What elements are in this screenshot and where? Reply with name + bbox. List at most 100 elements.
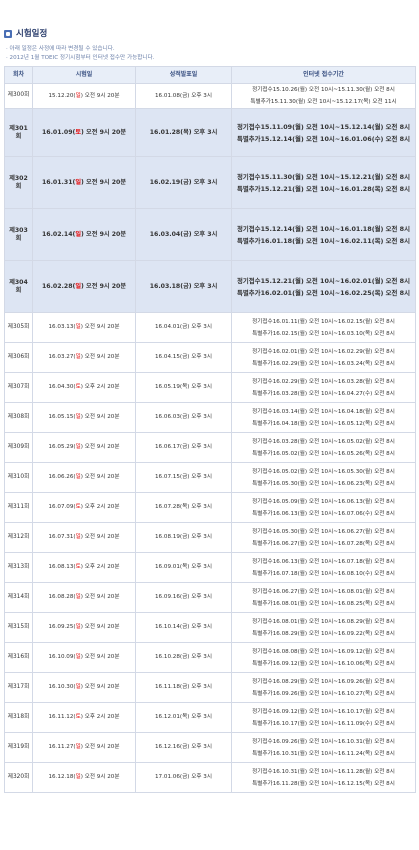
cell-exam-date: 16.06.26(일) 오전 9시 20분	[32, 462, 136, 493]
table-row: 제303회 16.02.14(일) 오전 9시 20분 16.03.04(금) 오후…	[4, 208, 416, 261]
cell-result-date: 16.06.03(금) 오후 3시	[135, 402, 232, 433]
cell-result-date: 16.07.28(목) 오후 3시	[135, 492, 232, 523]
cell-round: 제306회	[4, 342, 33, 373]
exam-date-text: 16.11.27(	[48, 744, 76, 750]
cell-exam-date: 16.10.09(일) 오전 9시 20분	[32, 642, 136, 673]
header-exam-date: 시험일	[32, 66, 136, 84]
cell-exam-date: 16.05.29(일) 오전 9시 20분	[32, 432, 136, 463]
table-row: 제300회 15.12.20(일) 오전 9시 20분 16.01.08(금) 오후…	[4, 83, 416, 109]
cell-registration: 정기접수16.09.26(월) 오전 10시~16.10.31(월) 오전 8시…	[231, 732, 416, 763]
cell-result-date: 16.03.04(금) 오후 3시	[135, 208, 232, 261]
cell-registration: 정기접수15.12.14(월) 오전 10시~16.01.18(월) 오전 8시…	[231, 208, 416, 261]
table-row: 제317회 16.10.30(일) 오전 9시 20분 16.11.18(금) 오후…	[4, 672, 416, 703]
page: 시험일정 · 아래 일정은 사정에 따라 변경될 수 있습니다. · 2012년…	[0, 0, 419, 850]
regular-registration: 정기접수16.05.02(월) 오전 10시~16.05.30(월) 오전 8시	[252, 468, 395, 475]
exam-date-text: 16.08.13(	[48, 564, 76, 570]
exam-date-text: 16.02.28(	[41, 282, 76, 290]
exam-date-text: 16.01.31(	[41, 178, 76, 186]
cell-registration: 정기접수16.06.13(월) 오전 10시~16.07.18(월) 오전 8시…	[231, 552, 416, 583]
exam-time-text: ) 오전 9시 20분	[80, 354, 120, 360]
table-row: 제320회 16.12.18(일) 오전 9시 20분 17.01.06(금) 오후…	[4, 762, 416, 793]
special-registration: 특별추가16.09.12(월) 오전 10시~16.10.06(목) 오전 8시	[252, 660, 395, 667]
cell-exam-date: 16.03.27(일) 오전 9시 20분	[32, 342, 136, 373]
cell-round: 제319회	[4, 732, 33, 763]
cell-result-date: 17.01.06(금) 오후 3시	[135, 762, 232, 793]
cell-round: 제300회	[4, 83, 33, 109]
cell-exam-date: 16.08.28(일) 오전 9시 20분	[32, 582, 136, 613]
cell-registration: 정기접수16.06.27(월) 오전 10시~16.08.01(월) 오전 8시…	[231, 582, 416, 613]
cell-result-date: 16.06.17(금) 오후 3시	[135, 432, 232, 463]
special-registration: 특별추가16.07.18(월) 오전 10시~16.08.10(수) 오전 8시	[252, 570, 395, 577]
regular-registration: 정기접수16.02.29(월) 오전 10시~16.03.28(월) 오전 8시	[252, 378, 395, 385]
cell-registration: 정기접수16.08.29(월) 오전 10시~16.09.26(월) 오전 8시…	[231, 672, 416, 703]
exam-date-text: 16.09.25(	[48, 624, 76, 630]
table-row: 제304회 16.02.28(일) 오전 9시 20분 16.03.18(금) 오후…	[4, 260, 416, 313]
special-registration: 특별추가16.08.29(월) 오전 10시~16.09.22(목) 오전 8시	[252, 630, 395, 637]
cell-exam-date: 16.11.12(토) 오후 2시 20분	[32, 702, 136, 733]
notice-item: · 아래 일정은 사정에 따라 변경될 수 있습니다.	[6, 46, 115, 52]
cell-result-date: 16.01.28(목) 오후 3시	[135, 108, 232, 157]
table-row: 제302회 16.01.31(일) 오전 9시 20분 16.02.19(금) 오후…	[4, 156, 416, 209]
exam-time-text: ) 오전 9시 20분	[81, 230, 127, 238]
exam-time-text: ) 오전 9시 20분	[80, 744, 120, 750]
cell-round: 제308회	[4, 402, 33, 433]
table-row: 제311회 16.07.09(토) 오후 2시 20분 16.07.28(목) 오후…	[4, 492, 416, 523]
cell-round: 제311회	[4, 492, 33, 523]
special-registration: 특별추가16.02.29(월) 오전 10시~16.03.24(목) 오전 8시	[252, 360, 395, 367]
cell-exam-date: 16.02.14(일) 오전 9시 20분	[32, 208, 136, 261]
cell-registration: 정기접수16.02.01(월) 오전 10시~16.02.29(월) 오전 8시…	[231, 342, 416, 373]
exam-date-text: 16.10.30(	[48, 684, 76, 690]
cell-exam-date: 16.07.09(토) 오후 2시 20분	[32, 492, 136, 523]
cell-registration: 정기접수16.10.31(월) 오전 10시~16.11.28(월) 오전 8시…	[231, 762, 416, 793]
table-row: 제316회 16.10.09(일) 오전 9시 20분 16.10.28(금) 오후…	[4, 642, 416, 673]
cell-exam-date: 16.03.13(일) 오전 9시 20분	[32, 312, 136, 343]
regular-registration: 정기접수15.11.30(월) 오전 10시~15.12.21(월) 오전 8시	[237, 172, 410, 181]
special-registration: 특별추가16.05.30(월) 오전 10시~16.06.23(목) 오전 8시	[252, 480, 395, 487]
cell-exam-date: 16.04.30(토) 오후 2시 20분	[32, 372, 136, 403]
cell-round: 제316회	[4, 642, 33, 673]
regular-registration: 정기접수16.03.28(월) 오전 10시~16.05.02(월) 오전 8시	[252, 438, 395, 445]
cell-exam-date: 16.01.09(토) 오전 9시 20분	[32, 108, 136, 157]
cell-round: 제303회	[4, 208, 33, 261]
cell-result-date: 16.09.01(목) 오후 3시	[135, 552, 232, 583]
exam-time-text: ) 오전 9시 20분	[80, 414, 120, 420]
cell-result-date: 16.09.16(금) 오후 3시	[135, 582, 232, 613]
special-registration: 특별추가16.03.28(월) 오전 10시~16.04.27(수) 오전 8시	[252, 390, 395, 397]
exam-date-text: 16.01.09(	[41, 128, 76, 136]
cell-result-date: 16.12.01(목) 오후 3시	[135, 702, 232, 733]
exam-date-text: 16.03.27(	[48, 354, 76, 360]
table-row: 제306회 16.03.27(일) 오전 9시 20분 16.04.15(금) 오후…	[4, 342, 416, 373]
special-registration: 특별추가16.02.15(월) 오전 10시~16.03.10(목) 오전 8시	[252, 330, 395, 337]
exam-date-text: 16.08.28(	[48, 594, 76, 600]
regular-registration: 정기접수16.09.12(월) 오전 10시~16.10.17(월) 오전 8시	[252, 708, 395, 715]
cell-result-date: 16.07.15(금) 오후 3시	[135, 462, 232, 493]
cell-result-date: 16.01.08(금) 오후 3시	[135, 83, 232, 109]
exam-date-text: 15.12.20(	[48, 92, 76, 99]
exam-time-text: ) 오전 9시 20분	[81, 282, 127, 290]
cell-result-date: 16.10.14(금) 오후 3시	[135, 612, 232, 643]
table-body: 제300회 15.12.20(일) 오전 9시 20분 16.01.08(금) 오후…	[4, 83, 416, 793]
exam-time-text: ) 오후 2시 20분	[80, 504, 120, 510]
regular-registration: 정기접수16.08.08(월) 오전 10시~16.09.12(월) 오전 8시	[252, 648, 395, 655]
table-row: 제313회 16.08.13(토) 오후 2시 20분 16.09.01(목) 오후…	[4, 552, 416, 583]
cell-round: 제304회	[4, 260, 33, 313]
exam-time-text: ) 오전 9시 20분	[81, 178, 127, 186]
regular-registration: 정기접수15.11.09(월) 오전 10시~15.12.14(월) 오전 8시	[237, 122, 410, 131]
regular-registration: 정기접수16.08.01(월) 오전 10시~16.08.29(월) 오전 8시	[252, 618, 395, 625]
special-registration: 특별추가16.08.01(월) 오전 10시~16.08.25(목) 오전 8시	[252, 600, 395, 607]
special-registration: 특별추가16.02.01(월) 오전 10시~16.02.25(목) 오전 8시	[237, 288, 410, 297]
regular-registration: 정기접수16.10.31(월) 오전 10시~16.11.28(월) 오전 8시	[252, 768, 395, 775]
exam-date-text: 16.10.09(	[48, 654, 76, 660]
cell-registration: 정기접수16.08.01(월) 오전 10시~16.08.29(월) 오전 8시…	[231, 612, 416, 643]
cell-exam-date: 16.01.31(일) 오전 9시 20분	[32, 156, 136, 209]
exam-time-text: ) 오전 9시 20분	[80, 444, 120, 450]
table-row: 제307회 16.04.30(토) 오후 2시 20분 16.05.19(목) 오후…	[4, 372, 416, 403]
cell-exam-date: 16.10.30(일) 오전 9시 20분	[32, 672, 136, 703]
cell-round: 제312회	[4, 522, 33, 553]
special-registration: 특별추가16.10.31(월) 오전 10시~16.11.24(목) 오전 8시	[252, 750, 395, 757]
cell-registration: 정기접수16.02.29(월) 오전 10시~16.03.28(월) 오전 8시…	[231, 372, 416, 403]
cell-round: 제317회	[4, 672, 33, 703]
cell-registration: 정기접수16.01.11(월) 오전 10시~16.02.15(월) 오전 8시…	[231, 312, 416, 343]
special-registration: 특별추가16.04.18(월) 오전 10시~16.05.12(목) 오전 8시	[252, 420, 395, 427]
regular-registration: 정기접수15.10.26(월) 오전 10시~15.11.30(월) 오전 8시	[252, 87, 395, 93]
